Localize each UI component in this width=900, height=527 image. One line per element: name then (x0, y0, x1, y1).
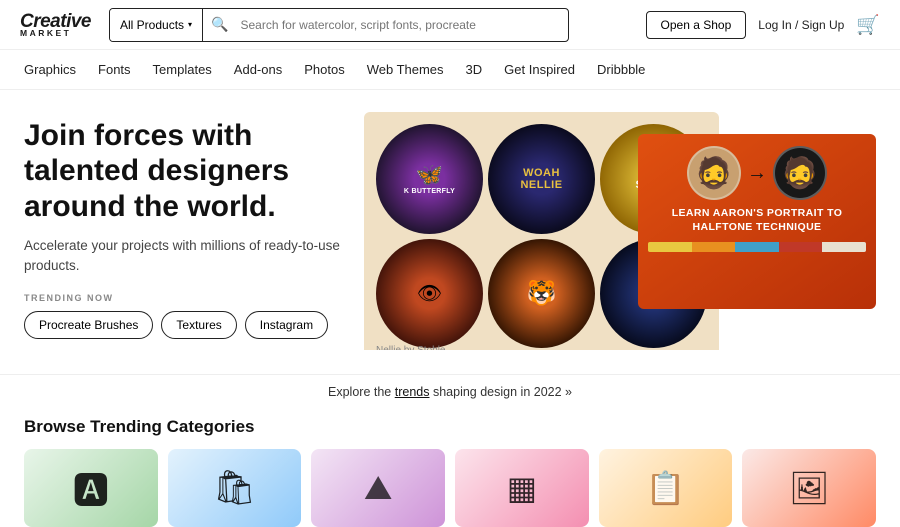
secondary-title: LEARN AARON'S PORTRAIT TO HALFTONE TECHN… (648, 206, 866, 234)
sticker-eye: 👁 (376, 239, 483, 349)
logo[interactable]: Creative MARKET (20, 12, 91, 38)
graphics-category-icon: 🅰 (73, 462, 109, 514)
arrow-right-icon: → (747, 162, 767, 185)
secondary-product-image[interactable]: 🧔 → 🧔 LEARN AARON'S PORTRAIT TO HALFTONE… (638, 134, 876, 309)
fonts-category-icon: ⛰ (364, 469, 393, 508)
tag-instagram[interactable]: Instagram (245, 311, 328, 339)
tag-procreate-brushes[interactable]: Procreate Brushes (24, 311, 153, 339)
search-icon: 🔍 (203, 16, 236, 33)
trends-link[interactable]: trends (395, 385, 430, 399)
category-card-photos[interactable]: 📋 (599, 449, 733, 527)
nav-item-dribbble[interactable]: Dribbble (597, 62, 645, 77)
sticker-tiger: 🐯 (488, 239, 595, 349)
explore-suffix: shaping design in 2022 » (433, 385, 572, 399)
browse-section: Browse Trending Categories 🅰 🛍 ⛰ ▦ 📋 🖼 (0, 405, 900, 527)
color-bar-yellow (648, 242, 692, 252)
photos-category-icon: 📋 (646, 469, 686, 507)
webthemes-category-icon: 🖼 (789, 469, 830, 507)
header-right: Open a Shop Log In / Sign Up 🛒 (646, 11, 880, 39)
login-signup-link[interactable]: Log In / Sign Up (758, 18, 844, 32)
category-card-addons[interactable]: ▦ (455, 449, 589, 527)
nav-item-templates[interactable]: Templates (153, 62, 212, 77)
addons-category-icon: ▦ (507, 469, 537, 507)
sticker-woah-nellie: WOAHNELLIE (488, 124, 595, 234)
nav-item-graphics[interactable]: Graphics (24, 62, 76, 77)
nav-item-inspired[interactable]: Get Inspired (504, 62, 575, 77)
category-card-templates[interactable]: 🛍 (168, 449, 302, 527)
main-image-caption: Nellie by Stoble (376, 345, 445, 350)
sticker-butterfly: 🦋 K BUTTERFLY (376, 124, 483, 234)
category-card-webthemes[interactable]: 🖼 (742, 449, 876, 527)
trending-label: TRENDING NOW (24, 293, 344, 303)
hero-subtitle: Accelerate your projects with millions o… (24, 236, 344, 277)
explore-trends-bar: Explore the trends shaping design in 202… (0, 374, 900, 405)
search-bar: All Products ▾ 🔍 (109, 8, 569, 42)
search-input[interactable] (236, 9, 568, 41)
hero-title: Join forces with talented designers arou… (24, 118, 344, 224)
chevron-down-icon: ▾ (188, 20, 192, 29)
tag-textures[interactable]: Textures (161, 311, 236, 339)
explore-text: Explore the (328, 385, 391, 399)
all-products-button[interactable]: All Products ▾ (110, 9, 203, 41)
hero-images: 🦋 K BUTTERFLY WOAHNELLIE Sunshine 👁 🐯 🌸 (364, 112, 876, 350)
category-card-fonts[interactable]: ⛰ (311, 449, 445, 527)
portrait-after: 🧔 (773, 146, 827, 200)
header: Creative MARKET All Products ▾ 🔍 Open a … (0, 0, 900, 50)
categories-grid: 🅰 🛍 ⛰ ▦ 📋 🖼 (24, 449, 876, 527)
all-products-label: All Products (120, 18, 184, 32)
navigation: Graphics Fonts Templates Add-ons Photos … (0, 50, 900, 90)
color-bar-cream (822, 242, 866, 252)
color-bar-orange (692, 242, 736, 252)
nav-item-3d[interactable]: 3D (466, 62, 483, 77)
browse-title: Browse Trending Categories (24, 417, 876, 437)
nav-item-addons[interactable]: Add-ons (234, 62, 282, 77)
trending-tags: Procreate Brushes Textures Instagram (24, 311, 344, 339)
nav-item-photos[interactable]: Photos (304, 62, 344, 77)
templates-category-icon: 🛍 (213, 468, 256, 508)
hero-text: Join forces with talented designers arou… (24, 112, 344, 350)
hero-section: Join forces with talented designers arou… (0, 90, 900, 350)
logo-market: MARKET (20, 29, 91, 38)
category-card-graphics[interactable]: 🅰 (24, 449, 158, 527)
nav-item-webthemes[interactable]: Web Themes (367, 62, 444, 77)
cart-icon[interactable]: 🛒 (856, 13, 880, 37)
color-bar-blue (735, 242, 779, 252)
nav-item-fonts[interactable]: Fonts (98, 62, 131, 77)
portrait-before: 🧔 (687, 146, 741, 200)
open-shop-button[interactable]: Open a Shop (646, 11, 747, 39)
color-bar-red (779, 242, 823, 252)
